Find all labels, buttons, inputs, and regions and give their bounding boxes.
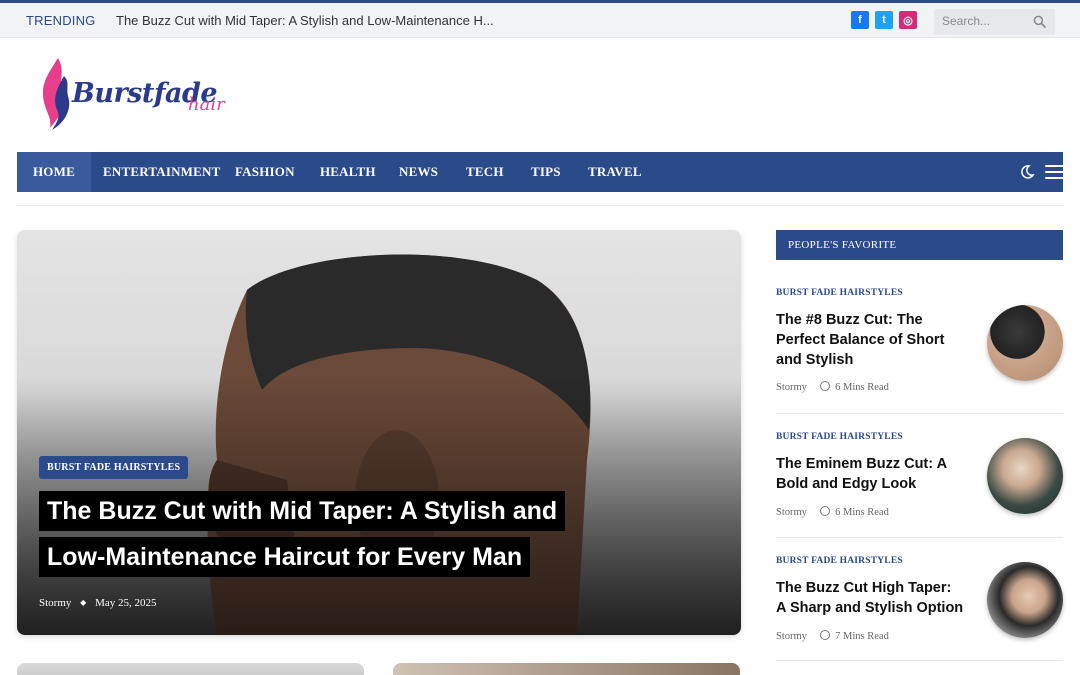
divider: [776, 537, 1063, 538]
sidebar-read-time: 6 Mins Read: [835, 507, 889, 518]
sidebar-article-thumbnail[interactable]: [987, 438, 1063, 514]
nav-item-travel[interactable]: TRAVEL: [588, 152, 642, 192]
title-line[interactable]: Perfect Balance of Short: [776, 330, 966, 350]
sidebar-article-meta: Stormy 6 Mins Read: [776, 506, 889, 518]
sidebar-article-author[interactable]: Stormy: [776, 631, 807, 642]
nav-item-news[interactable]: NEWS: [399, 152, 438, 192]
facebook-icon[interactable]: f: [851, 11, 869, 29]
clock-icon: [819, 506, 830, 516]
dark-mode-icon[interactable]: [1019, 164, 1035, 180]
sidebar-article-meta: Stormy 7 Mins Read: [776, 630, 889, 642]
title-line[interactable]: and Stylish: [776, 350, 966, 370]
logo-subtext: hair: [188, 94, 225, 115]
sidebar-article-category[interactable]: BURST FADE HAIRSTYLES: [776, 288, 1063, 298]
featured-article-card[interactable]: BURST FADE HAIRSTYLES The Buzz Cut with …: [17, 230, 741, 635]
nav-item-tips[interactable]: TIPS: [531, 152, 561, 192]
sidebar-article-meta: Stormy 6 Mins Read: [776, 381, 889, 393]
twitter-icon[interactable]: t: [875, 11, 893, 29]
hero-author[interactable]: Stormy: [39, 597, 71, 609]
top-bar: TRENDING The Buzz Cut with Mid Taper: A …: [0, 0, 1080, 38]
trending-headline-link[interactable]: The Buzz Cut with Mid Taper: A Stylish a…: [116, 13, 494, 28]
title-line[interactable]: The Buzz Cut High Taper:: [776, 578, 966, 598]
clock-icon: [819, 381, 830, 391]
instagram-icon[interactable]: ◎: [899, 11, 917, 29]
nav-item-entertainment[interactable]: ENTERTAINMENT: [103, 152, 220, 192]
title-line[interactable]: The #8 Buzz Cut: The: [776, 310, 966, 330]
sidebar-article-title[interactable]: The #8 Buzz Cut: The Perfect Balance of …: [776, 310, 966, 370]
title-line[interactable]: A Sharp and Stylish Option: [776, 598, 966, 618]
hero-category-badge[interactable]: BURST FADE HAIRSTYLES: [39, 456, 189, 479]
nav-item-fashion[interactable]: FASHION: [235, 152, 295, 192]
search-input[interactable]: [942, 14, 1030, 28]
hero-title-line[interactable]: Low-Maintenance Haircut for Every Man: [39, 537, 531, 577]
sidebar-heading: PEOPLE'S FAVORITE: [776, 230, 1063, 260]
clock-icon: [819, 630, 830, 640]
site-logo[interactable]: Burstfade hair: [38, 56, 248, 132]
sidebar-read-time: 6 Mins Read: [835, 382, 889, 393]
divider: [776, 413, 1063, 414]
separator-dot: ◆: [80, 598, 87, 607]
sidebar-article-title[interactable]: The Eminem Buzz Cut: A Bold and Edgy Loo…: [776, 454, 966, 494]
sidebar-article-title[interactable]: The Buzz Cut High Taper: A Sharp and Sty…: [776, 578, 966, 618]
nav-item-tech[interactable]: TECH: [466, 152, 504, 192]
hero-date: May 25, 2025: [95, 597, 157, 609]
sidebar-article-thumbnail[interactable]: [987, 305, 1063, 381]
nav-item-home[interactable]: HOME: [17, 152, 91, 192]
title-line[interactable]: The Eminem Buzz Cut: A: [776, 454, 966, 474]
hero-meta: Stormy ◆ May 25, 2025: [39, 597, 156, 609]
search-icon[interactable]: [1033, 15, 1046, 28]
sidebar-article-thumbnail[interactable]: [987, 562, 1063, 638]
sidebar-article[interactable]: BURST FADE HAIRSTYLES The Eminem Buzz Cu…: [776, 432, 1063, 522]
article-card-thumbnail[interactable]: [393, 663, 740, 675]
sidebar-article-author[interactable]: Stormy: [776, 382, 807, 393]
title-line[interactable]: Bold and Edgy Look: [776, 474, 966, 494]
divider: [776, 660, 1063, 661]
article-card-thumbnail[interactable]: [17, 663, 364, 675]
trending-label: TRENDING: [26, 13, 96, 28]
main-navigation: HOME ENTERTAINMENT FASHION HEALTH NEWS T…: [17, 152, 1067, 192]
menu-icon[interactable]: [1045, 165, 1067, 180]
nav-item-health[interactable]: HEALTH: [320, 152, 376, 192]
search-box: [934, 9, 1055, 35]
hero-title[interactable]: The Buzz Cut with Mid Taper: A Stylish a…: [39, 491, 599, 583]
divider: [17, 205, 1063, 206]
sidebar-article[interactable]: BURST FADE HAIRSTYLES The Buzz Cut High …: [776, 556, 1063, 646]
hero-title-line[interactable]: The Buzz Cut with Mid Taper: A Stylish a…: [39, 491, 566, 531]
sidebar-article-author[interactable]: Stormy: [776, 507, 807, 518]
sidebar-article[interactable]: BURST FADE HAIRSTYLES The #8 Buzz Cut: T…: [776, 288, 1063, 398]
sidebar-read-time: 7 Mins Read: [835, 631, 889, 642]
